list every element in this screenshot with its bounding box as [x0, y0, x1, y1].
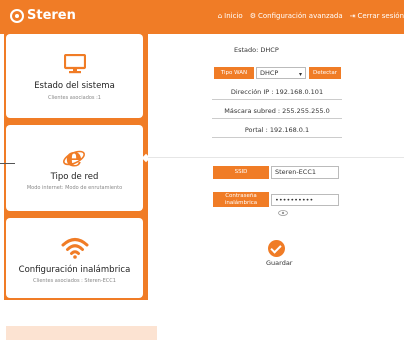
password-input[interactable]: ••••••••••	[271, 194, 339, 206]
save-button[interactable]	[268, 240, 285, 257]
wan-type-label: Tipo WAN	[214, 67, 254, 79]
connector-line	[0, 163, 15, 164]
wireless-subtitle: Clientes asociados : Steren-ECC1	[33, 278, 116, 284]
password-label: Contraseña inalámbrica	[213, 192, 269, 207]
ip-address: Dirección IP : 192.168.0.101	[230, 88, 324, 96]
svg-text:e: e	[66, 145, 83, 169]
nav-advanced-settings[interactable]: ⚙ Configuración avanzada	[250, 12, 343, 20]
home-icon: ⌂	[217, 12, 223, 20]
monitor-icon	[64, 54, 86, 74]
nav-home[interactable]: ⌂ Inicio	[218, 12, 243, 20]
wifi-icon	[61, 238, 89, 259]
connection-status: Estado: DHCP	[234, 46, 279, 54]
logo-icon	[10, 8, 24, 23]
system-status-title: Estado del sistema	[34, 81, 115, 91]
section-divider	[148, 157, 404, 158]
wireless-title: Configuración inalámbrica	[18, 265, 131, 275]
divider	[212, 99, 342, 100]
divider	[212, 137, 342, 138]
gear-icon: ⚙	[249, 12, 256, 20]
logout-icon: ⇥	[349, 12, 356, 20]
network-type-title: Tipo de red	[50, 172, 99, 182]
footer-highlight	[6, 326, 157, 340]
ssid-label: SSID	[213, 166, 269, 179]
save-label[interactable]: Guardar	[266, 259, 292, 267]
top-nav: ⌂ Inicio ⚙ Configuración avanzada ⇥ Cerrar …	[218, 12, 404, 20]
network-type-subtitle: Modo internet: Modo de enrutamiento	[26, 185, 123, 191]
divider	[212, 118, 342, 119]
system-status-subtitle: Clientes asociados :1	[48, 95, 101, 101]
nav-logout[interactable]: ⇥ Cerrar sesión	[350, 12, 404, 20]
wan-type-value: DHCP	[260, 69, 279, 77]
ssid-input[interactable]: Steren-ECC1	[271, 166, 339, 179]
gateway: Portal : 192.168.0.1	[244, 126, 310, 134]
sidebar-item-network-type[interactable]: e Tipo de red Modo internet: Modo de enr…	[6, 125, 143, 211]
eye-icon[interactable]	[278, 210, 288, 216]
chevron-down-icon: ▾	[298, 71, 302, 78]
sidebar-item-wireless[interactable]: Configuración inalámbrica Clientes asoci…	[6, 218, 143, 298]
internet-explorer-icon: e	[63, 145, 85, 169]
top-bar: Steren ⌂ Inicio ⚙ Configuración avanzada ⇥…	[0, 0, 404, 34]
wan-type-select[interactable]: DHCP ▾	[256, 67, 306, 79]
brand-name: Steren	[27, 8, 76, 23]
detect-button[interactable]: Detectar	[309, 67, 341, 79]
subnet-mask: Máscara subred : 255.255.255.0	[224, 107, 330, 115]
sidebar-item-system-status[interactable]: Estado del sistema Clientes asociados :1	[6, 34, 143, 118]
steren-logo[interactable]: Steren	[10, 8, 76, 23]
